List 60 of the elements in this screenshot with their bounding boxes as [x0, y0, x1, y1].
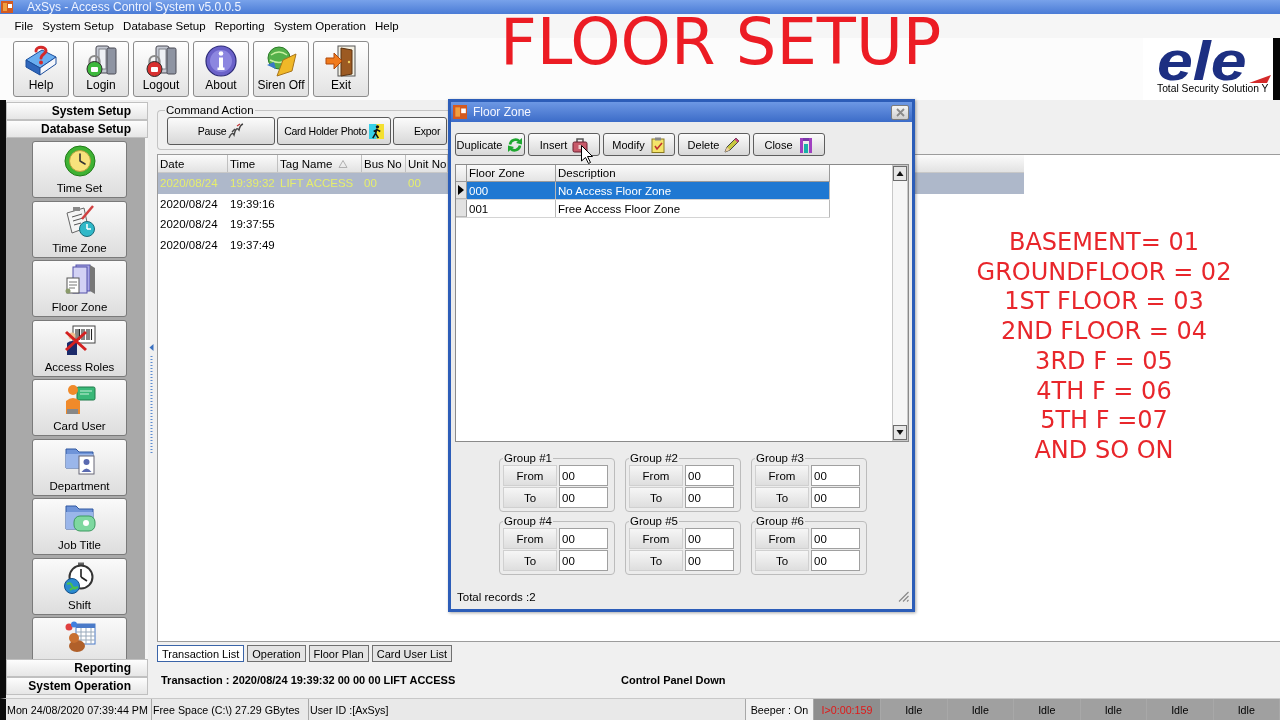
group-title: Group #1	[503, 452, 553, 465]
table-cell-text: 19:39:32	[229, 177, 276, 190]
annotation-text: AND SO ON	[1034, 435, 1174, 466]
table-cell-text: 19:37:55	[229, 218, 276, 231]
grid-cell: No Access Floor Zone	[556, 182, 830, 199]
table-cell-text: 2020/08/24	[159, 218, 219, 231]
port-status: Idle	[1080, 699, 1147, 720]
table-cell-text: 19:39:16	[229, 197, 276, 210]
port-status: Idle	[1014, 699, 1081, 720]
field-label: To	[629, 550, 683, 571]
field-label: To	[503, 550, 557, 571]
table-cell-text: 00	[363, 177, 378, 190]
group-title: Group #3	[755, 452, 805, 465]
field-label: From	[629, 528, 683, 549]
port-status: Idle	[1147, 699, 1214, 720]
window-title: AxSys - Access Control System v5.0.0.5	[27, 0, 242, 14]
annotation-text: 1ST FLOOR = 03	[1004, 287, 1204, 318]
logo-tagline: Total Security Solution Y	[1157, 83, 1269, 95]
beeper-status: Beeper : On	[746, 699, 814, 720]
group-title: Command Action	[165, 104, 255, 117]
grid-cell: 001	[467, 200, 556, 217]
table-cell-text: 2020/08/24	[159, 197, 219, 210]
panel-status: Control Panel Down	[621, 674, 726, 686]
field-label: From	[755, 528, 809, 549]
table-cell-text: 00	[407, 177, 422, 190]
port-status: Idle	[881, 699, 948, 720]
table-cell-text: 2020/08/24	[159, 177, 219, 190]
annotation-text: 3RD F = 05	[1035, 346, 1173, 377]
field-label: From	[503, 465, 557, 486]
field-label: To	[503, 487, 557, 508]
field-label: To	[755, 550, 809, 571]
annotation-text: 4TH F = 06	[1036, 376, 1172, 407]
annotation-text: GROUNDFLOOR = 02	[976, 257, 1232, 288]
annotation-text: 2ND FLOOR = 04	[1001, 317, 1207, 347]
group-title: Group #6	[755, 515, 805, 528]
group-title: Group #4	[503, 515, 553, 528]
record-count: Total records :2	[457, 590, 536, 603]
table-cell-text: 2020/08/24	[159, 238, 219, 251]
field-label: From	[629, 465, 683, 486]
table-cell-text: LIFT ACCESS	[279, 177, 355, 190]
field-label: To	[755, 487, 809, 508]
overlay-title: FLOOR SETUP	[500, 10, 942, 74]
date-time-text: Mon 24/08/2020 07:39:44 PM	[6, 699, 152, 720]
annotation-text: BASEMENT= 01	[1008, 228, 1199, 258]
annotation-text: 5TH F =07	[1040, 406, 1168, 436]
field-label: From	[503, 528, 557, 549]
dialog-title: Floor Zone	[473, 105, 532, 119]
group-title: Group #5	[629, 515, 679, 528]
grid-cell: 000	[467, 182, 556, 199]
timer-text: I>0:00:159	[814, 699, 881, 720]
table-cell-text: 19:37:49	[229, 238, 276, 251]
logo-text: ele	[1157, 39, 1247, 83]
field-label: To	[629, 487, 683, 508]
free-space-text: Free Space (C:\) 27.29 GBytes	[152, 699, 309, 720]
port-status: Idle	[1213, 699, 1280, 720]
port-status: Idle	[947, 699, 1014, 720]
transaction-message: Transaction : 2020/08/24 19:39:32 00 00 00 LIFT ACCESS	[161, 674, 457, 686]
grid-cell: Free Access Floor Zone	[556, 200, 830, 217]
group-title: Group #2	[629, 452, 679, 465]
field-label: From	[755, 465, 809, 486]
